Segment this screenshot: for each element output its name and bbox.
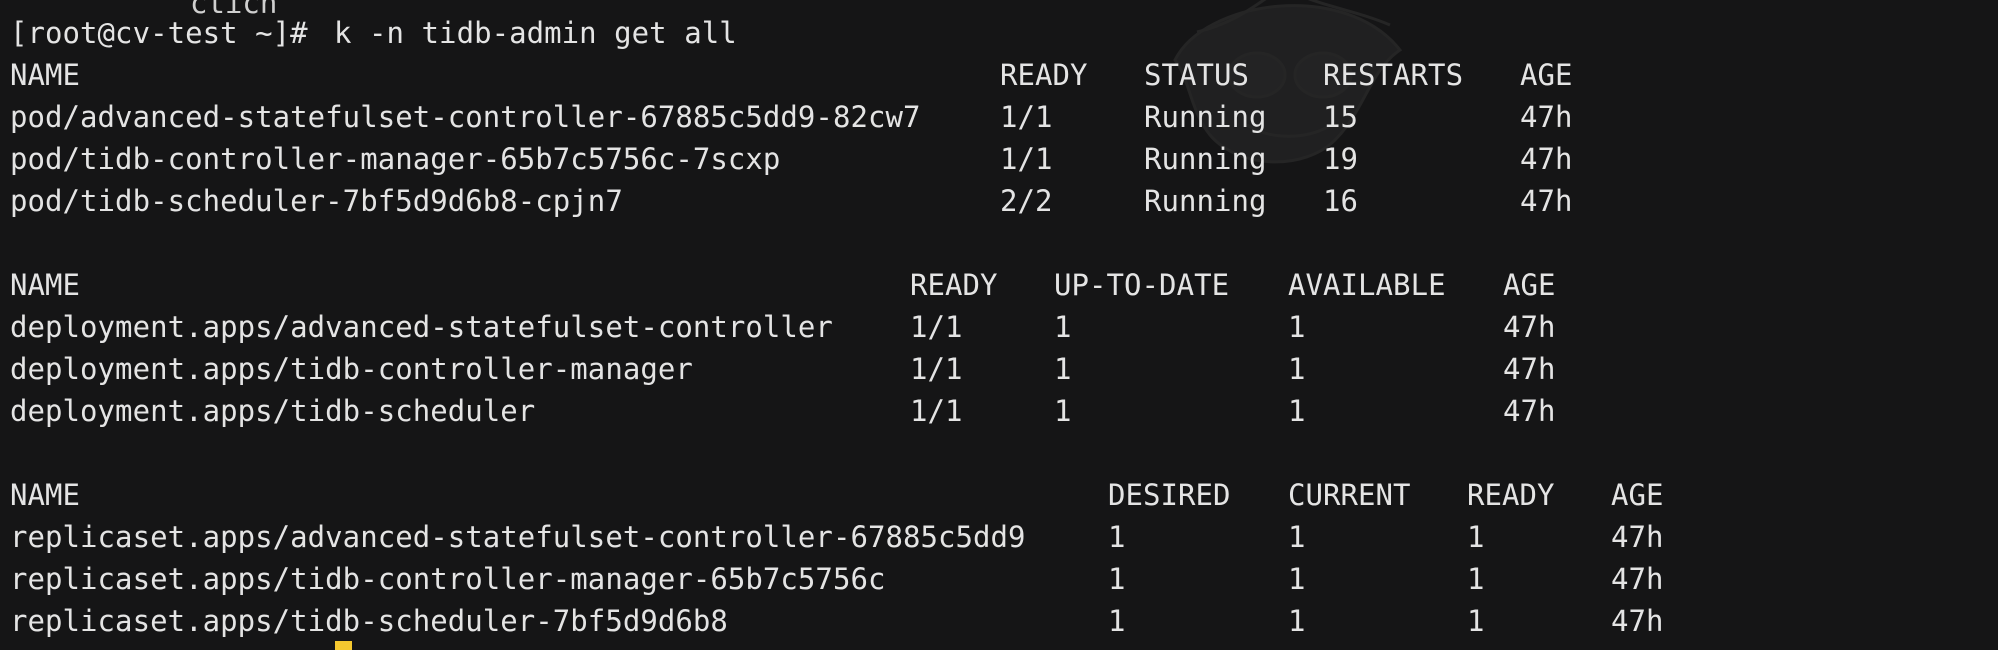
- column-header: STATUS: [1144, 58, 1250, 92]
- age-value: 47h: [1611, 604, 1664, 638]
- available-count: 1: [1288, 310, 1306, 344]
- column-header: READY: [1467, 478, 1555, 512]
- table-row: replicaset.apps/tidb-scheduler-7bf5d9d6b…: [10, 600, 1663, 642]
- column-header: UP-TO-DATE: [1054, 268, 1230, 302]
- age-value: 47h: [1503, 310, 1556, 344]
- restart-count: 19: [1323, 142, 1359, 176]
- ready-count: 1/1: [910, 352, 963, 386]
- resource-name: pod/advanced-statefulset-controller-6788…: [10, 100, 921, 134]
- ready-count: 1: [1467, 520, 1485, 554]
- resource-name: deployment.apps/advanced-statefulset-con…: [10, 310, 833, 344]
- up-to-date-count: 1: [1054, 394, 1072, 428]
- column-header: READY: [910, 268, 998, 302]
- restart-count: 15: [1323, 100, 1359, 134]
- ready-count: 1: [1467, 604, 1485, 638]
- column-header: AGE: [1611, 478, 1664, 512]
- ready-count: 1/1: [910, 394, 963, 428]
- column-header: NAME: [10, 58, 81, 92]
- table-header-row: NAME DESIRED CURRENT READY AGE: [10, 474, 1663, 516]
- column-header: DESIRED: [1108, 478, 1231, 512]
- ready-count: 1: [1467, 562, 1485, 596]
- table-row: replicaset.apps/advanced-statefulset-con…: [10, 516, 1663, 558]
- restart-count: 16: [1323, 184, 1359, 218]
- column-header: RESTARTS: [1323, 58, 1464, 92]
- current-count: 1: [1288, 520, 1306, 554]
- up-to-date-count: 1: [1054, 310, 1072, 344]
- status-value: Running: [1144, 184, 1267, 218]
- shell-command: k -n tidb-admin get all: [334, 16, 737, 50]
- ready-count: 1/1: [910, 310, 963, 344]
- age-value: 47h: [1520, 100, 1573, 134]
- age-value: 47h: [1520, 184, 1573, 218]
- status-value: Running: [1144, 142, 1267, 176]
- column-header: AVAILABLE: [1288, 268, 1446, 302]
- column-header: AGE: [1520, 58, 1573, 92]
- resource-name: replicaset.apps/tidb-scheduler-7bf5d9d6b…: [10, 604, 728, 638]
- column-header: READY: [1000, 58, 1088, 92]
- resource-name: pod/tidb-scheduler-7bf5d9d6b8-cpjn7: [10, 184, 623, 218]
- age-value: 47h: [1503, 394, 1556, 428]
- resource-name: deployment.apps/tidb-controller-manager: [10, 352, 693, 386]
- column-header: AGE: [1503, 268, 1556, 302]
- resource-name: replicaset.apps/tidb-controller-manager-…: [10, 562, 886, 596]
- table-header-row: NAME READY UP-TO-DATE AVAILABLE AGE: [10, 264, 1555, 306]
- table-row: deployment.apps/tidb-controller-manager …: [10, 348, 1555, 390]
- available-count: 1: [1288, 394, 1306, 428]
- available-count: 1: [1288, 352, 1306, 386]
- age-value: 47h: [1611, 562, 1664, 596]
- ready-count: 1/1: [1000, 100, 1053, 134]
- table-row: replicaset.apps/tidb-controller-manager-…: [10, 558, 1663, 600]
- table-row: pod/tidb-scheduler-7bf5d9d6b8-cpjn7 2/2 …: [10, 180, 1572, 222]
- table-row: pod/tidb-controller-manager-65b7c5756c-7…: [10, 138, 1572, 180]
- ready-count: 1/1: [1000, 142, 1053, 176]
- desired-count: 1: [1108, 604, 1126, 638]
- command-line: [root@cv-test ~]# k -n tidb-admin get al…: [10, 12, 737, 54]
- column-header: NAME: [10, 268, 81, 302]
- current-count: 1: [1288, 604, 1306, 638]
- status-value: Running: [1144, 100, 1267, 134]
- current-count: 1: [1288, 562, 1306, 596]
- table-row: deployment.apps/tidb-scheduler 1/1 1 1 4…: [10, 390, 1555, 432]
- terminal-cursor[interactable]: [335, 641, 352, 650]
- desired-count: 1: [1108, 562, 1126, 596]
- up-to-date-count: 1: [1054, 352, 1072, 386]
- table-header-row: NAME READY STATUS RESTARTS AGE: [10, 54, 1572, 96]
- column-header: CURRENT: [1288, 478, 1411, 512]
- age-value: 47h: [1611, 520, 1664, 554]
- age-value: 47h: [1520, 142, 1573, 176]
- terminal-window[interactable]: ctich [root@cv-test ~]# k -n tidb-admin …: [0, 0, 1998, 650]
- column-header: NAME: [10, 478, 81, 512]
- desired-count: 1: [1108, 520, 1126, 554]
- resource-name: replicaset.apps/advanced-statefulset-con…: [10, 520, 1026, 554]
- resource-name: pod/tidb-controller-manager-65b7c5756c-7…: [10, 142, 781, 176]
- resource-name: deployment.apps/tidb-scheduler: [10, 394, 536, 428]
- age-value: 47h: [1503, 352, 1556, 386]
- shell-prompt: [root@cv-test ~]#: [10, 16, 308, 50]
- table-row: deployment.apps/advanced-statefulset-con…: [10, 306, 1555, 348]
- ready-count: 2/2: [1000, 184, 1053, 218]
- table-row: pod/advanced-statefulset-controller-6788…: [10, 96, 1572, 138]
